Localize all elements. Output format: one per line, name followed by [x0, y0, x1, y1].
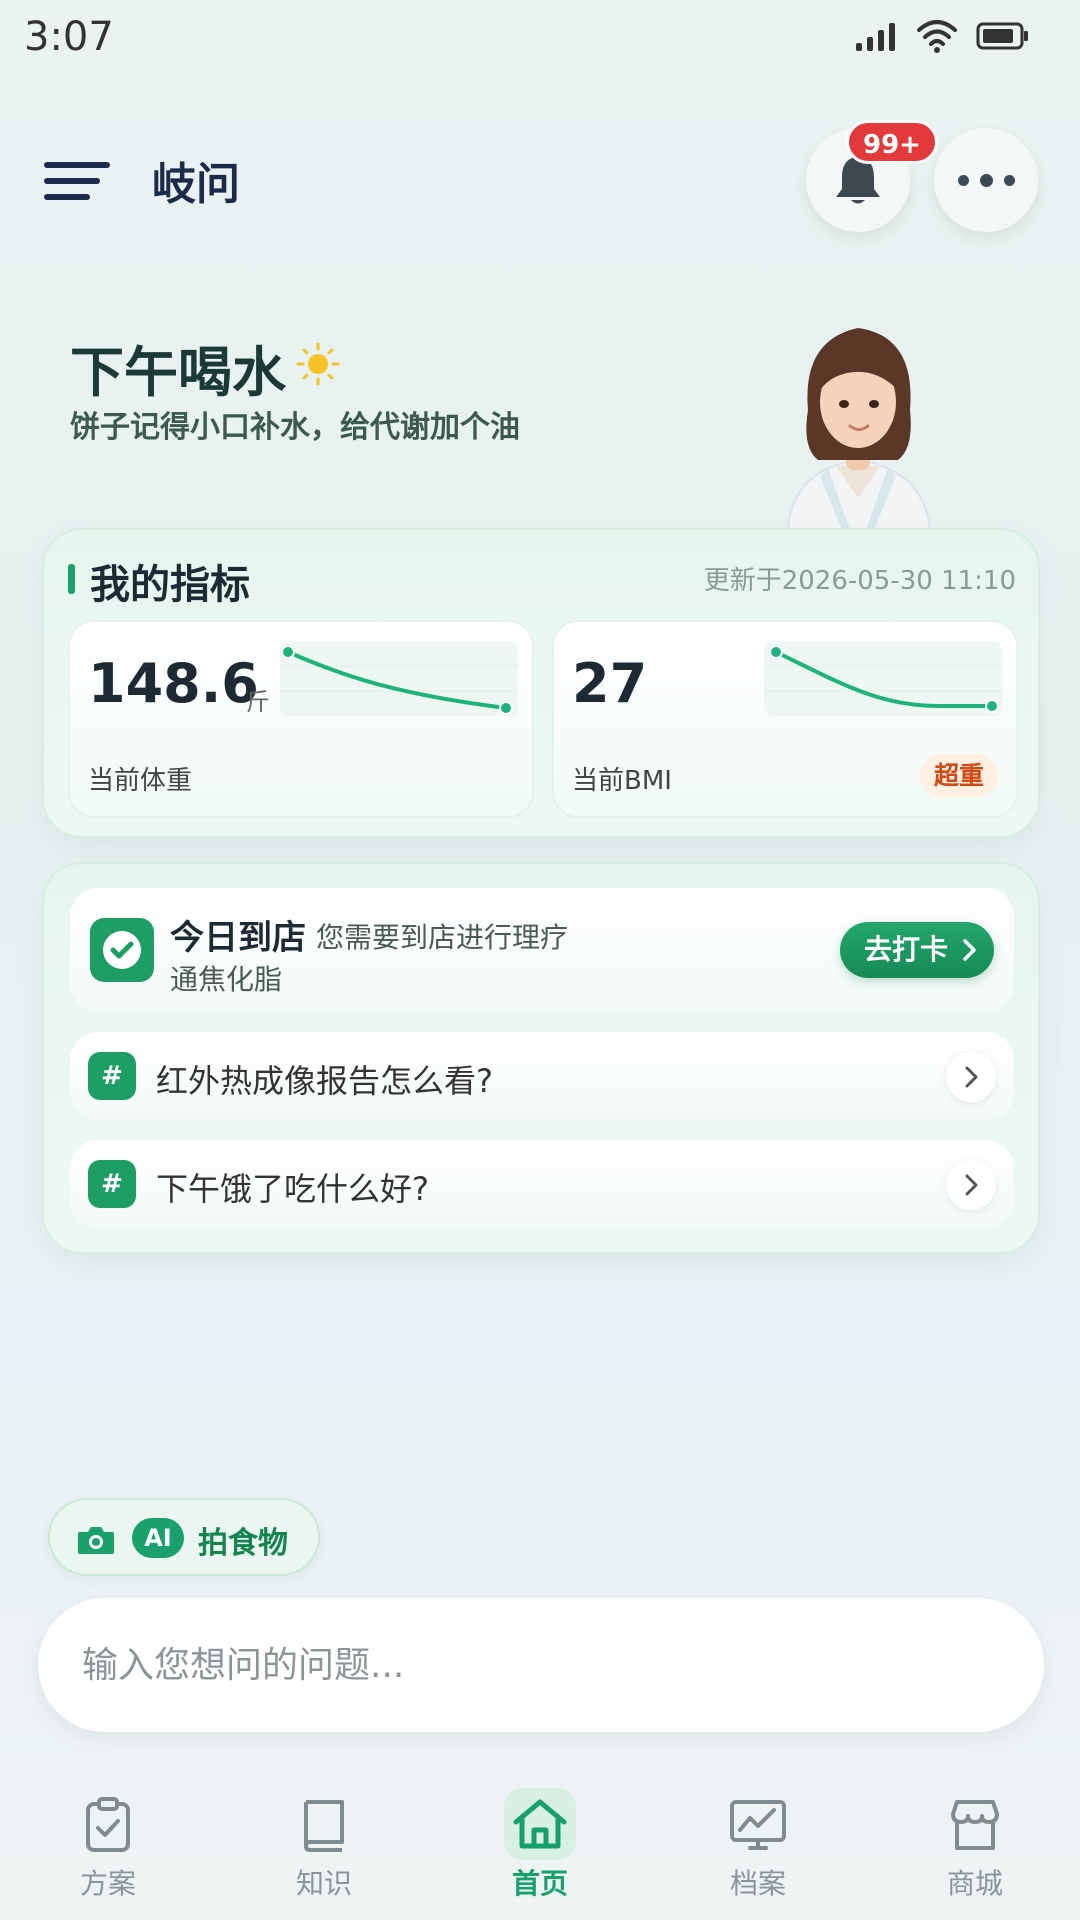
checkin-label: 去打卡 — [863, 933, 948, 966]
signal-icon — [856, 23, 895, 51]
tab-home[interactable]: 首页 — [465, 1776, 615, 1916]
visit-reminder: 今日到店 您需要到店进行理疗 通焦化脂 去打卡 — [70, 888, 1014, 1012]
question-text: 红外热成像报告怎么看? — [156, 1062, 493, 1100]
menu-button[interactable] — [44, 158, 110, 204]
bmi-label: 当前BMI — [572, 766, 672, 796]
weight-value: 148.6 — [88, 652, 259, 715]
header: 岐问 99+ — [0, 120, 1080, 240]
notification-badge: 99+ — [846, 120, 938, 164]
store-icon — [951, 1800, 999, 1850]
weight-label: 当前体重 — [88, 766, 193, 796]
visit-treatment: 通焦化脂 — [170, 963, 283, 996]
tasks-card: 今日到店 您需要到店进行理疗 通焦化脂 去打卡 # 红外热成像报告怎么看? # … — [42, 862, 1040, 1254]
ai-badge: AI — [132, 1518, 184, 1558]
visit-description: 您需要到店进行理疗 — [316, 921, 569, 954]
metrics-card: 我的指标 更新于2026-05-30 11:10 148.6 斤 当前体重 27… — [42, 528, 1040, 838]
bmi-trend-end-point — [985, 699, 999, 713]
bmi-metric[interactable]: 27 当前BMI 超重 — [552, 620, 1018, 818]
bmi-trend-start-point — [769, 645, 783, 659]
metrics-updated-time: 更新于2026-05-30 11:10 — [703, 566, 1016, 596]
book-icon — [304, 1800, 344, 1852]
camera-icon — [78, 1527, 114, 1554]
tab-store[interactable]: 商城 — [900, 1776, 1050, 1916]
wifi-icon — [917, 20, 957, 53]
bmi-status-badge: 超重 — [919, 754, 998, 798]
weight-trend-start-point — [281, 645, 295, 659]
status-bar: 3:07 — [0, 0, 1080, 72]
tab-records[interactable]: 档案 — [683, 1776, 833, 1916]
question-input-container — [38, 1598, 1044, 1732]
status-icons — [856, 18, 1030, 54]
question-item[interactable]: # 下午饿了吃什么好? — [70, 1140, 1014, 1228]
tab-plan[interactable]: 方案 — [33, 1776, 183, 1916]
weight-metric[interactable]: 148.6 斤 当前体重 — [68, 620, 534, 818]
greeting-title: 下午喝水 — [70, 341, 286, 404]
bottom-tab-bar: 方案 知识 首页 档案 商城 — [0, 1776, 1080, 1920]
menu-line — [44, 194, 90, 200]
chart-icon — [730, 1800, 786, 1850]
greeting-subtitle: 饼子记得小口补水，给代谢加个油 — [70, 410, 520, 445]
battery-icon — [976, 22, 1028, 50]
bmi-value: 27 — [572, 652, 648, 715]
weight-trend-end-point — [499, 701, 513, 715]
ai-photo-food-button[interactable]: AI 拍食物 — [48, 1498, 320, 1576]
tab-label: 档案 — [729, 1867, 786, 1900]
tab-label: 首页 — [511, 1867, 568, 1900]
weight-unit: 斤 — [246, 688, 270, 716]
hashtag-icon: # — [88, 1052, 136, 1100]
question-text: 下午饿了吃什么好? — [156, 1170, 429, 1208]
more-dot — [958, 175, 969, 186]
ai-photo-label: 拍食物 — [198, 1526, 288, 1561]
menu-line — [44, 178, 100, 184]
clipboard-check-icon — [86, 1797, 130, 1852]
more-button[interactable] — [934, 128, 1038, 232]
checkin-button[interactable]: 去打卡 — [839, 922, 994, 978]
app-title: 岐问 — [152, 159, 240, 210]
title-accent-bar — [68, 564, 75, 594]
status-time: 3:07 — [24, 14, 114, 60]
chevron-right-icon — [963, 939, 976, 961]
more-dot — [1004, 175, 1015, 186]
doctor-avatar — [786, 328, 932, 530]
menu-line — [44, 162, 110, 168]
weight-trend-chart — [280, 642, 518, 716]
bmi-trend-chart — [764, 642, 1002, 716]
hashtag-icon: # — [88, 1160, 136, 1208]
metrics-title: 我的指标 — [90, 562, 250, 608]
home-icon — [513, 1799, 567, 1849]
tab-label: 知识 — [295, 1867, 352, 1900]
more-dot — [980, 174, 993, 187]
check-badge-icon — [90, 918, 154, 982]
sun-icon — [296, 342, 340, 386]
question-item[interactable]: # 红外热成像报告怎么看? — [70, 1032, 1014, 1120]
question-input[interactable] — [82, 1598, 982, 1732]
tab-knowledge[interactable]: 知识 — [249, 1776, 399, 1916]
tab-label: 方案 — [79, 1867, 136, 1900]
visit-title: 今日到店 — [170, 918, 306, 958]
chevron-right-icon — [946, 1160, 996, 1210]
chevron-right-icon — [946, 1052, 996, 1102]
tab-label: 商城 — [946, 1867, 1003, 1900]
